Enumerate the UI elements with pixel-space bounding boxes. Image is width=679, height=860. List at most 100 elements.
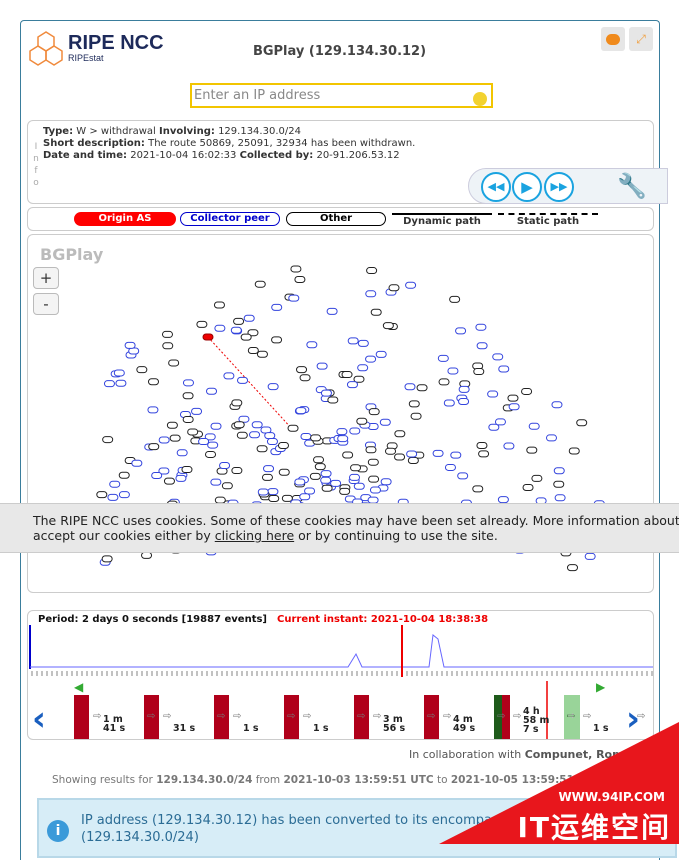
as-node[interactable] [310,434,322,442]
as-node[interactable] [568,447,580,455]
collector-peer-node[interactable] [330,479,342,487]
green-left-arrow-icon[interactable]: ◀ [74,680,84,694]
collector-peer-node[interactable] [475,323,487,331]
as-node[interactable] [182,415,194,423]
as-node[interactable] [476,442,488,450]
collector-peer-node[interactable] [320,476,332,484]
collector-peer-node[interactable] [103,380,115,388]
collector-peer-node[interactable] [207,441,219,449]
collector-peer-node[interactable] [306,341,318,349]
as-node[interactable] [233,317,245,325]
collector-peer-node[interactable] [347,337,359,345]
as-node[interactable] [196,320,208,328]
as-node[interactable] [341,371,353,379]
as-node[interactable] [416,384,428,392]
collector-peer-node[interactable] [405,281,417,289]
as-node[interactable] [313,456,325,464]
as-node[interactable] [187,428,199,436]
as-node[interactable] [118,471,130,479]
as-node[interactable] [277,441,289,449]
collector-peer-node[interactable] [118,491,130,499]
timeline-prev-arrow[interactable]: ‹ [32,699,46,739]
collector-peer-node[interactable] [219,462,231,470]
as-node[interactable] [339,487,351,495]
as-node[interactable] [205,450,217,458]
as-node[interactable] [350,464,362,472]
as-node[interactable] [394,430,406,438]
origin-as-node[interactable] [202,333,214,341]
collector-peer-node[interactable] [206,387,218,395]
collector-peer-node[interactable] [294,478,306,486]
zoom-out-button[interactable]: - [33,293,59,315]
collector-peer-node[interactable] [107,493,119,501]
collector-peer-node[interactable] [553,467,565,475]
as-node[interactable] [233,421,245,429]
as-node[interactable] [382,322,394,330]
collector-peer-node[interactable] [458,397,470,405]
as-node[interactable] [531,474,543,482]
as-node[interactable] [221,482,233,490]
cookie-accept-link[interactable]: clicking here [215,528,294,543]
collector-peer-node[interactable] [365,290,377,298]
collector-peer-node[interactable] [492,353,504,361]
wrench-icon[interactable]: 🔧 [617,172,647,200]
rewind-button[interactable]: ◀◀ [481,172,511,202]
collector-peer-node[interactable] [223,372,235,380]
as-node[interactable] [278,468,290,476]
collector-peer-node[interactable] [447,367,459,375]
collector-peer-node[interactable] [210,422,222,430]
collector-peer-node[interactable] [584,552,596,560]
as-node[interactable] [327,396,339,404]
as-node[interactable] [162,342,174,350]
collector-peer-node[interactable] [458,385,470,393]
as-node[interactable] [365,446,377,454]
collector-peer-node[interactable] [406,450,418,458]
as-node[interactable] [507,394,519,402]
as-node[interactable] [296,366,308,374]
as-node[interactable] [473,368,485,376]
collector-peer-node[interactable] [508,403,520,411]
as-node[interactable] [342,451,354,459]
as-node[interactable] [231,399,243,407]
collector-peer-node[interactable] [432,449,444,457]
play-button[interactable]: ▶ [512,172,542,202]
collector-peer-node[interactable] [128,347,140,355]
as-node[interactable] [408,400,420,408]
collector-peer-node[interactable] [404,383,416,391]
as-node[interactable] [136,366,148,374]
as-node[interactable] [101,555,113,563]
collector-peer-node[interactable] [191,407,203,415]
collector-peer-node[interactable] [337,435,349,443]
collector-peer-node[interactable] [266,438,278,446]
collector-peer-node[interactable] [444,463,456,471]
search-submit-icon[interactable] [473,92,487,106]
as-node[interactable] [213,301,225,309]
collector-peer-node[interactable] [353,482,365,490]
as-node[interactable] [370,308,382,316]
as-node[interactable] [147,378,159,386]
as-node[interactable] [321,484,333,492]
as-node[interactable] [394,453,406,461]
as-node[interactable] [290,265,302,273]
as-node[interactable] [407,457,419,465]
as-node[interactable] [281,494,293,502]
collector-peer-node[interactable] [349,427,361,435]
collector-peer-node[interactable] [494,418,506,426]
collector-peer-node[interactable] [175,474,187,482]
as-node[interactable] [148,443,160,451]
collector-peer-node[interactable] [176,449,188,457]
collector-peer-node[interactable] [257,488,269,496]
collector-peer-node[interactable] [365,355,377,363]
collector-peer-node[interactable] [214,324,226,332]
as-node[interactable] [472,485,484,493]
as-node[interactable] [410,412,422,420]
forward-button[interactable]: ▶▶ [544,172,574,202]
collector-peer-node[interactable] [147,406,159,414]
as-node[interactable] [169,434,181,442]
collector-peer-node[interactable] [251,421,263,429]
as-node[interactable] [388,284,400,292]
as-node[interactable] [261,473,273,481]
collector-peer-node[interactable] [457,472,469,480]
collector-peer-node[interactable] [487,390,499,398]
as-node[interactable] [268,494,280,502]
